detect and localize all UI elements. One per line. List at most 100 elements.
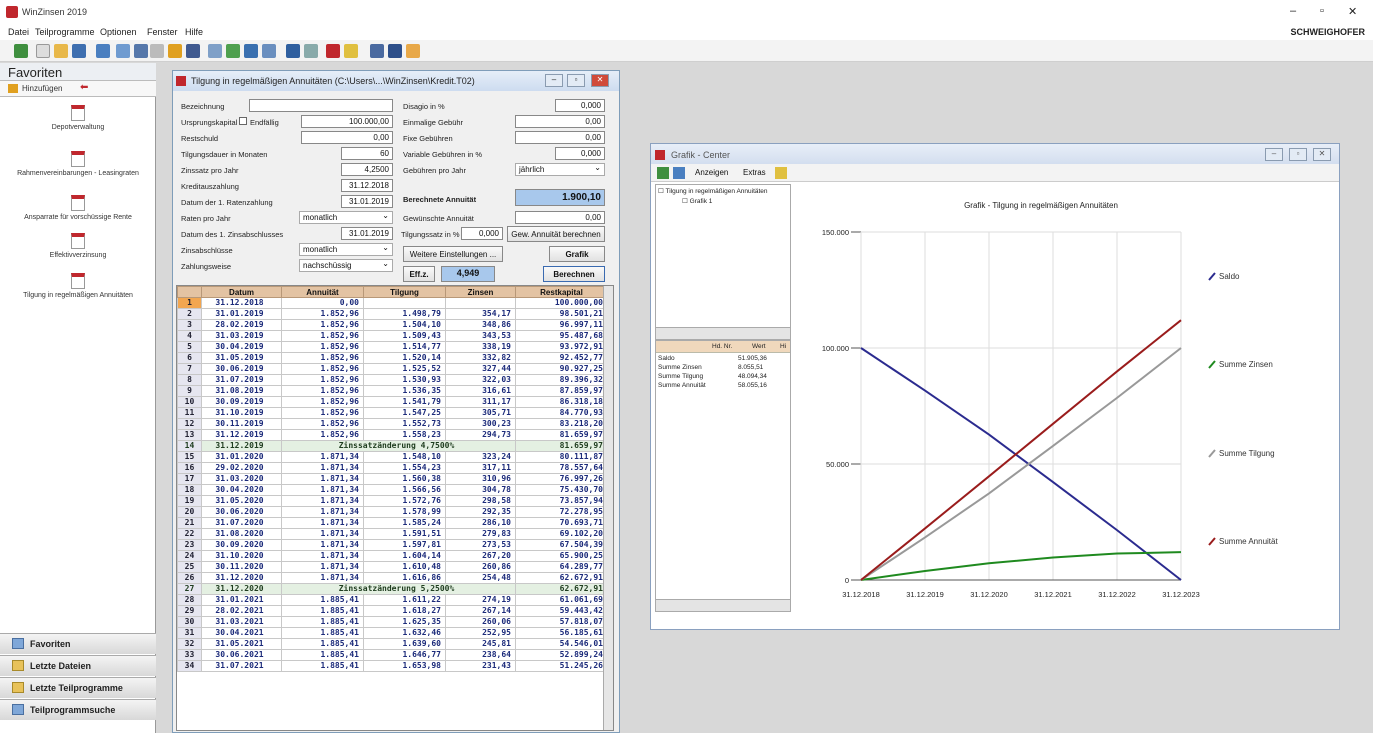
table-row[interactable]: 29 28.02.2021 1.885,41 1.618,27 267,14 59.443… [177,605,608,617]
bezeichnung-field[interactable] [249,99,393,112]
restschuld-field[interactable]: 0,00 [301,131,393,144]
stats-scrollbar[interactable] [656,599,790,611]
new-icon[interactable] [657,167,669,179]
table-row[interactable]: 6 31.05.2019 1.852,96 1.520,14 332,82 92.452,… [177,352,608,364]
table-row[interactable]: 14 31.12.2019 Zinssatzänderung 4,7500% 81.6… [177,440,608,452]
table-row[interactable]: 32 31.05.2021 1.885,41 1.639,60 245,81 54.546… [177,638,608,650]
zinssatz-field[interactable]: 4,2500 [341,163,393,176]
favorite-item[interactable]: Effektivverzinsung [0,233,156,259]
table-row[interactable]: 33 30.06.2021 1.885,41 1.646,77 238,64 52.899… [177,649,608,661]
calendar-icon[interactable] [370,44,384,58]
table-row[interactable]: 7 30.06.2019 1.852,96 1.525,52 327,44 90.927,… [177,363,608,375]
maximize-icon[interactable]: ▫ [1289,148,1307,161]
table-row[interactable]: 25 30.11.2020 1.871,34 1.610,48 260,86 64.289… [177,561,608,573]
zinsabschluesse-select[interactable]: monatlich [299,243,393,256]
einmalige-gebuehr-field[interactable]: 0,00 [515,115,605,128]
column-header[interactable]: Zinsen [445,286,516,298]
tilgungssatz-field[interactable]: 0,000 [461,227,503,240]
print-icon[interactable] [673,167,685,179]
print-icon[interactable] [96,44,110,58]
stats-row[interactable]: Saldo 51.905,36 [656,355,790,364]
help-icon[interactable] [775,167,787,179]
grafik-button[interactable]: Grafik [549,246,605,262]
book-icon[interactable] [388,44,402,58]
table-row[interactable]: 16 29.02.2020 1.871,34 1.554,23 317,11 78.557… [177,462,608,474]
table-row[interactable]: 23 30.09.2020 1.871,34 1.597,81 273,53 67.504… [177,539,608,551]
minimize-icon[interactable]: – [1290,5,1296,17]
column-header[interactable]: Tilgung [363,286,446,298]
menu-fenster[interactable]: Fenster [147,27,178,37]
weitere-einstellungen-button[interactable]: Weitere Einstellungen ... [403,246,503,262]
ursprungskapital-field[interactable]: 100.000,00 [301,115,393,128]
doc-icon[interactable] [262,44,276,58]
calc-icon[interactable] [186,44,200,58]
favorite-item[interactable]: Depotverwaltung [0,105,156,131]
table-row[interactable]: 26 31.12.2020 1.871,34 1.616,86 254,48 62.672… [177,572,608,584]
table-row[interactable]: 20 30.06.2020 1.871,34 1.578,99 292,35 72.278… [177,506,608,518]
nav-favoriten[interactable]: Favoriten [0,633,156,654]
table-row[interactable]: 27 31.12.2020 Zinssatzänderung 5,2500% 62.6… [177,583,608,595]
table-row[interactable]: 9 31.08.2019 1.852,96 1.536,35 316,61 87.859,… [177,385,608,397]
table-icon[interactable] [226,44,240,58]
table-row[interactable]: 3 28.02.2019 1.852,96 1.504,10 348,86 96.997,… [177,319,608,331]
table-row[interactable]: 19 31.05.2020 1.871,34 1.572,76 298,58 73.857… [177,495,608,507]
table-row[interactable]: 24 31.10.2020 1.871,34 1.604,14 267,20 65.900… [177,550,608,562]
table-row[interactable]: 2 31.01.2019 1.852,96 1.498,79 354,17 98.501,… [177,308,608,320]
kreditauszahlung-field[interactable]: 31.12.2018 [341,179,393,192]
table-row[interactable]: 30 31.03.2021 1.885,41 1.625,35 260,06 57.818… [177,616,608,628]
table-row[interactable]: 17 31.03.2020 1.871,34 1.560,38 310,96 76.997… [177,473,608,485]
close-icon[interactable]: ✕ [1348,5,1357,18]
edit-icon[interactable] [208,44,222,58]
berechnen-button[interactable]: Berechnen [543,266,605,282]
add-icon[interactable] [8,84,18,93]
erster-zins-field[interactable]: 31.01.2019 [341,227,393,240]
restore-icon[interactable]: ▫ [1320,5,1324,17]
table-row[interactable]: 13 31.12.2019 1.852,96 1.558,23 294,73 81.659… [177,429,608,441]
zahlungsweise-select[interactable]: nachschüssig [299,259,393,272]
minimize-icon[interactable]: – [545,74,563,87]
info-icon[interactable] [344,44,358,58]
save-icon[interactable] [72,44,86,58]
stats-row[interactable]: Summe Annuität 58.055,16 [656,382,790,391]
table-row[interactable]: 15 31.01.2020 1.871,34 1.548,10 323,24 80.111… [177,451,608,463]
tilgungsdauer-field[interactable]: 60 [341,147,393,160]
table-row[interactable]: 11 31.10.2019 1.852,96 1.547,25 305,71 84.770… [177,407,608,419]
stats-row[interactable]: Summe Zinsen 8.055,51 [656,364,790,373]
table-row[interactable]: 12 30.11.2019 1.852,96 1.552,73 300,23 83.218… [177,418,608,430]
tree-scrollbar[interactable] [656,327,790,339]
close-icon[interactable]: ✕ [1313,148,1331,161]
wizard-icon[interactable] [168,44,182,58]
preview-icon[interactable] [116,44,130,58]
column-header[interactable]: Annuität [281,286,364,298]
table-row[interactable]: 18 30.04.2020 1.871,34 1.566,56 304,78 75.430… [177,484,608,496]
gebuehren-select[interactable]: jährlich [515,163,605,176]
table-row[interactable]: 10 30.09.2019 1.852,96 1.541,79 311,17 86.318… [177,396,608,408]
format-icon[interactable] [150,44,164,58]
raten-select[interactable]: monatlich [299,211,393,224]
table-scrollbar[interactable] [603,286,613,730]
winzinsen-icon[interactable] [326,44,340,58]
menu-datei[interactable]: Datei [8,27,29,37]
table-row[interactable]: 21 31.07.2020 1.871,34 1.585,24 286,10 70.693… [177,517,608,529]
table-row[interactable]: 28 31.01.2021 1.885,41 1.611,22 274,19 61.061… [177,594,608,606]
grafik-tree[interactable]: ☐ Tilgung in regelmäßigen Annuitäten ☐ G… [655,184,791,340]
variable-gebuehren-field[interactable]: 0,000 [555,147,605,160]
nav-letzte-dateien[interactable]: Letzte Dateien [0,655,156,676]
help-icon[interactable] [406,44,420,58]
nav-letzte-teilprogramme[interactable]: Letzte Teilprogramme [0,677,156,698]
table-row[interactable]: 22 31.08.2020 1.871,34 1.591,51 279,83 69.102… [177,528,608,540]
minimize-icon[interactable]: – [1265,148,1283,161]
disagio-field[interactable]: 0,000 [555,99,605,112]
remove-favorite-icon[interactable]: ⬅ [80,82,88,93]
favorite-item[interactable]: Ansparrate für vorschüssige Rente [0,195,156,221]
menu-extras[interactable]: Extras [743,168,766,177]
new-icon[interactable] [14,44,28,58]
column-header[interactable]: Restkapital [515,286,608,298]
open-icon[interactable] [54,44,68,58]
table-row[interactable]: 34 31.07.2021 1.885,41 1.653,98 231,43 51.245… [177,660,608,672]
menu-teilprogramme[interactable]: Teilprogramme [35,27,95,37]
blank-icon[interactable] [36,44,50,58]
table-row[interactable]: 31 30.04.2021 1.885,41 1.632,46 252,95 56.185… [177,627,608,639]
tree-grafik-1[interactable]: ☐ Grafik 1 [682,197,712,205]
fixe-gebuehren-field[interactable]: 0,00 [515,131,605,144]
